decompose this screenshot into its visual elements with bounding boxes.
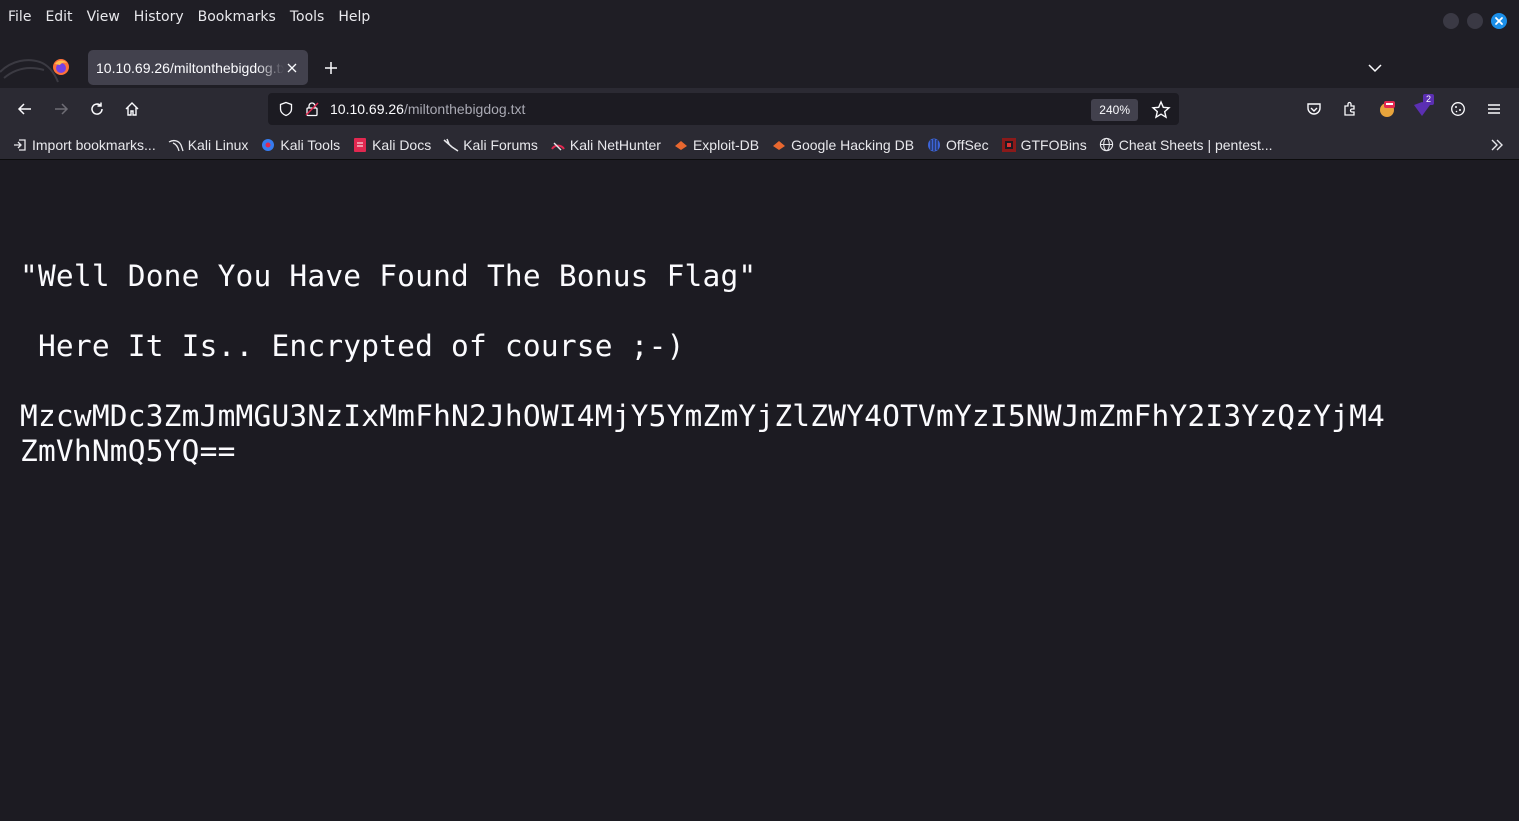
menu-edit[interactable]: Edit (38, 0, 79, 34)
plus-icon (325, 62, 337, 74)
menu-history[interactable]: History (127, 0, 191, 34)
ghdb-icon (771, 137, 787, 153)
bookmark-label: Exploit-DB (692, 136, 760, 153)
bookmark-label: OffSec (946, 136, 989, 153)
import-icon (12, 137, 28, 153)
tab-strip: 10.10.69.26/miltonthebigdog.txt (0, 34, 1519, 88)
bookmark-import[interactable]: Import bookmarks... (12, 137, 156, 153)
kali-tools-icon (260, 137, 276, 153)
text-line-subtitle: Here It Is.. Encrypted of course ;-) (20, 329, 685, 363)
firefox-icon[interactable] (52, 58, 70, 76)
encrypted-flag-line-2: ZmVhNmQ5YQ== (20, 434, 236, 468)
bookmark-label: Kali NetHunter (569, 136, 661, 153)
new-tab-button[interactable] (321, 58, 341, 78)
reload-icon (91, 102, 103, 115)
reload-button[interactable] (87, 99, 107, 119)
bookmark-kali-nethunter[interactable]: Kali NetHunter (550, 137, 661, 153)
lock-icon[interactable] (304, 101, 320, 117)
cookie-button[interactable] (1448, 99, 1468, 119)
tab-title: 10.10.69.26/miltonthebigdog.txt (96, 59, 285, 76)
bookmark-cheat-sheets[interactable]: Cheat Sheets | pentest... (1099, 137, 1273, 153)
kali-docs-icon (352, 137, 368, 153)
nethunter-icon (550, 137, 566, 153)
tab-close-icon[interactable] (284, 60, 300, 76)
bookmark-kali-docs[interactable]: Kali Docs (352, 137, 431, 153)
menu-view[interactable]: View (80, 0, 127, 34)
bookmark-label: Kali Tools (280, 136, 341, 153)
ublock-badge: 2 (1423, 94, 1435, 105)
url-host: 10.10.69.26 (330, 101, 404, 117)
foxyproxy-icon (1380, 101, 1395, 117)
home-button[interactable] (122, 99, 142, 119)
bookmark-label: GTFOBins (1020, 136, 1087, 153)
page-content: "Well Done You Have Found The Bonus Flag… (0, 161, 1519, 821)
bookmark-label: Kali Linux (187, 136, 249, 153)
cookie-icon (1451, 102, 1465, 116)
nav-bar: 10.10.69.26/miltonthebigdog.txt 240% 2 (0, 88, 1519, 130)
bookmark-label: Google Hacking DB (791, 136, 915, 153)
menu-bar: File Edit View History Bookmarks Tools H… (0, 0, 1519, 34)
bookmark-label: Import bookmarks... (32, 136, 156, 153)
pocket-button[interactable] (1304, 99, 1324, 119)
menu-help[interactable]: Help (331, 0, 377, 34)
bookmark-kali-tools[interactable]: Kali Tools (260, 137, 340, 153)
forward-arrow-icon (55, 103, 69, 115)
bookmark-star-icon[interactable] (1151, 100, 1171, 120)
gtfobins-icon (1001, 137, 1017, 153)
app-menu-button[interactable] (1484, 99, 1504, 119)
exploit-db-icon (673, 137, 689, 153)
zoom-level-button[interactable]: 240% (1091, 99, 1138, 121)
pocket-icon (1307, 103, 1321, 115)
back-arrow-icon (17, 103, 31, 115)
chevron-double-right-icon[interactable] (1489, 137, 1505, 153)
bookmark-kali-linux[interactable]: Kali Linux (168, 136, 249, 153)
bookmark-label: Cheat Sheets | pentest... (1118, 136, 1273, 153)
bookmark-label: Kali Docs (372, 136, 432, 153)
kali-dragon-icon (0, 59, 59, 83)
menu-file[interactable]: File (0, 0, 38, 34)
bookmark-kali-forums[interactable]: Kali Forums (443, 137, 538, 153)
kali-dragon-icon (168, 137, 184, 153)
foxyproxy-button[interactable] (1377, 99, 1397, 119)
menu-icon (1488, 104, 1500, 114)
forward-button[interactable] (51, 99, 71, 119)
window-controls (1443, 13, 1507, 29)
chevron-down-icon[interactable] (1365, 58, 1385, 78)
url-text[interactable]: 10.10.69.26/miltonthebigdog.txt (330, 94, 525, 124)
url-path: /miltonthebigdog.txt (403, 101, 526, 117)
bookmark-gtfobins[interactable]: GTFOBins (1001, 137, 1087, 153)
shield-icon[interactable] (278, 101, 294, 117)
close-icon[interactable] (1491, 13, 1507, 29)
menu-tools[interactable]: Tools (283, 0, 332, 34)
offsec-icon (926, 137, 942, 153)
bookmarks-bar: Import bookmarks... Kali Linux Kali Tool… (0, 130, 1519, 160)
bookmark-exploit-db[interactable]: Exploit-DB (673, 137, 759, 153)
minimize-icon[interactable] (1443, 13, 1459, 29)
extensions-icon (1344, 101, 1355, 116)
bookmark-google-hacking-db[interactable]: Google Hacking DB (771, 137, 914, 153)
url-bar[interactable]: 10.10.69.26/miltonthebigdog.txt 240% (268, 93, 1179, 125)
text-line-title: "Well Done You Have Found The Bonus Flag… (20, 259, 757, 293)
ublock-button[interactable]: 2 (1412, 94, 1435, 119)
tab-active[interactable]: 10.10.69.26/miltonthebigdog.txt (88, 50, 308, 85)
encrypted-flag-line-1: MzcwMDc3ZmJmMGU3NzIxMmFhN2JhOWI4MjY5YmZm… (20, 399, 1385, 433)
back-button[interactable] (15, 99, 35, 119)
extensions-button[interactable] (1340, 99, 1360, 119)
globe-icon (1099, 137, 1115, 153)
maximize-icon[interactable] (1467, 13, 1483, 29)
bookmark-label: Kali Forums (463, 136, 538, 153)
kali-forums-icon (443, 137, 459, 153)
home-icon (125, 102, 139, 116)
bookmark-offsec[interactable]: OffSec (926, 137, 989, 153)
menu-bookmarks[interactable]: Bookmarks (191, 0, 283, 34)
